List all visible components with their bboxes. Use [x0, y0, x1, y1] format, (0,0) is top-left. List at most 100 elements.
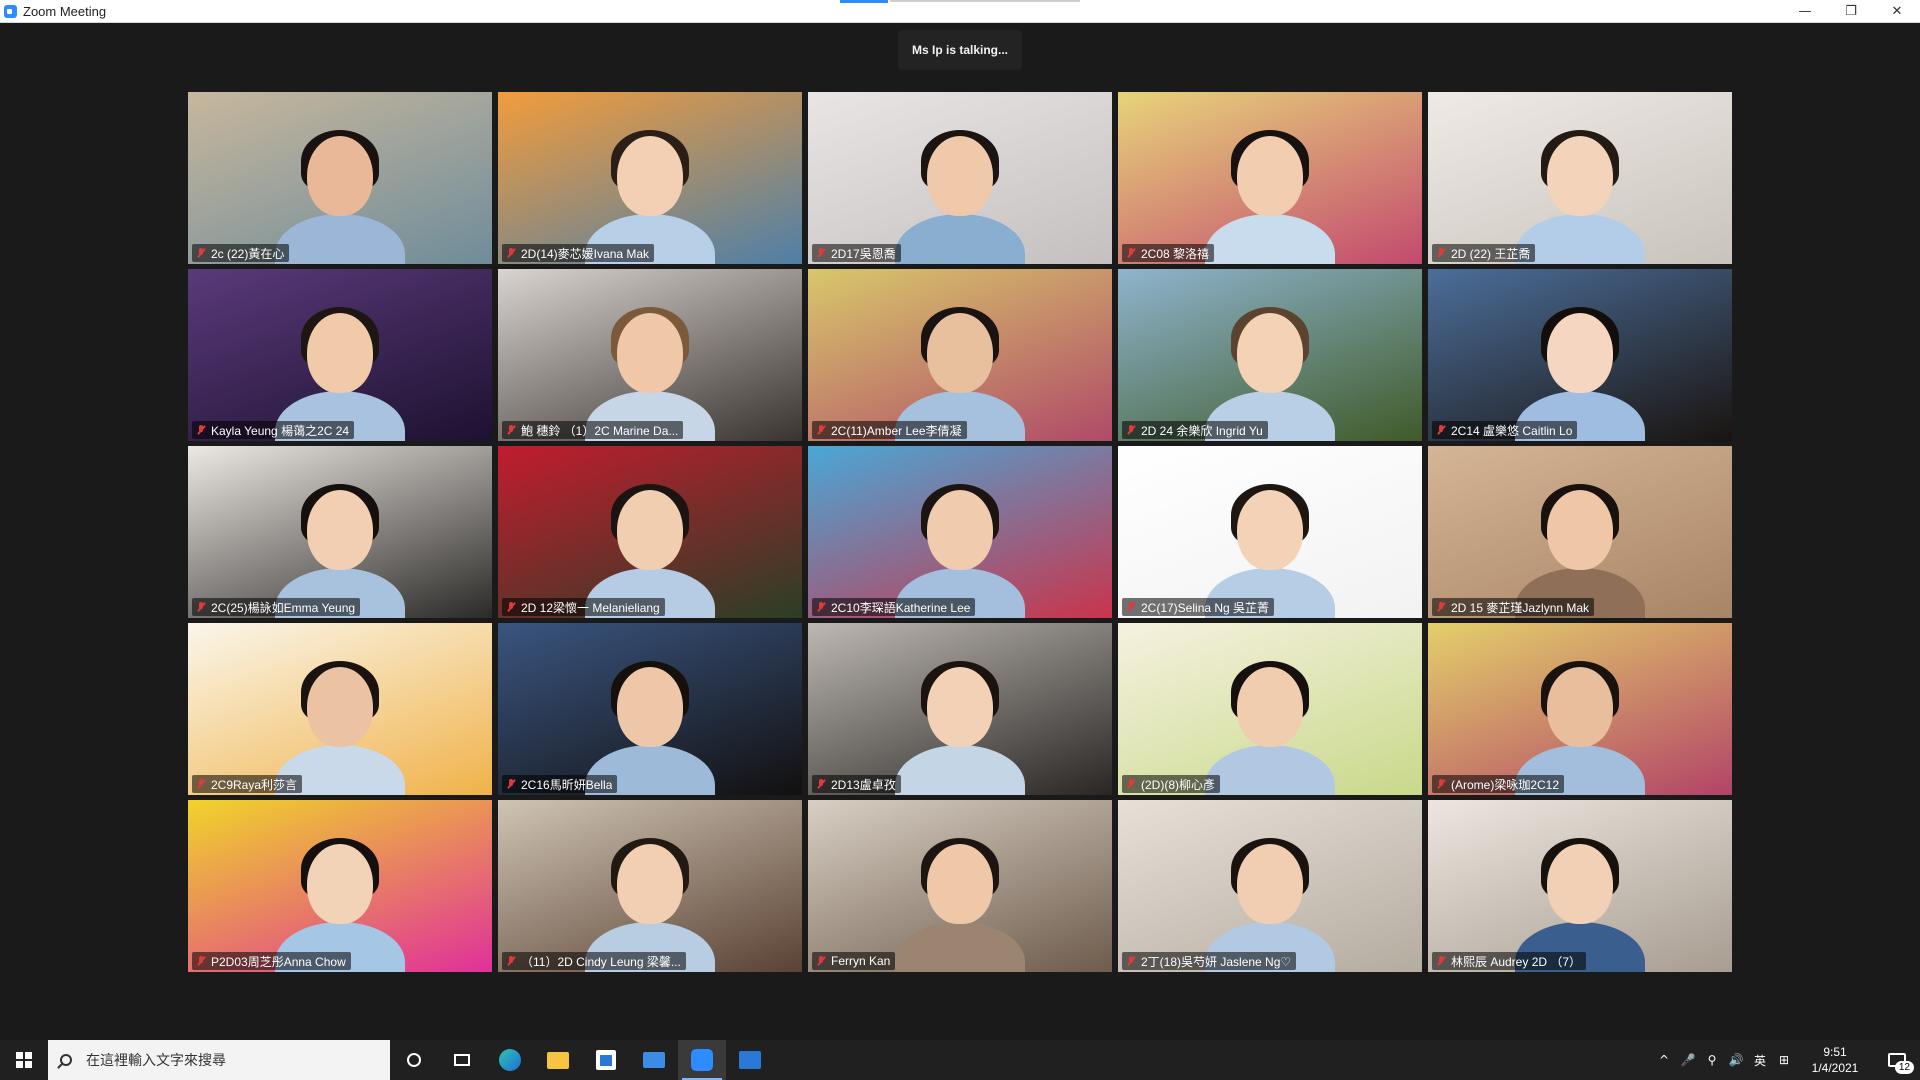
participant-name: 2D13盧卓孜: [831, 777, 896, 792]
participant-name: (Arome)梁咏珈2C12: [1451, 777, 1560, 792]
participant-tile[interactable]: 2D 24 余樂欣 Ingrid Yu: [1118, 269, 1422, 441]
participant-name: 鮑 穗鈴 （1）2C Marine Da...: [521, 423, 679, 438]
participant-name: 2C(17)Selina Ng 吳芷菁: [1141, 600, 1270, 615]
cortana-button[interactable]: [390, 1040, 438, 1080]
participant-name-bar: Ferryn Kan: [812, 952, 896, 970]
window-title: Zoom Meeting: [23, 3, 107, 19]
participant-tile[interactable]: P2D03周芝彤Anna Chow: [188, 800, 492, 972]
participant-name: 2C16馬昕妍Bella: [521, 777, 613, 792]
taskbar-clock[interactable]: 9:51 1/4/2021: [1796, 1044, 1874, 1076]
participant-tile[interactable]: 2D(14)麥芯媛Ivana Mak: [498, 92, 802, 264]
participant-tile[interactable]: 2c (22)黃在心: [188, 92, 492, 264]
participant-name-bar: 2D 24 余樂欣 Ingrid Yu: [1122, 421, 1268, 439]
close-button[interactable]: ✕: [1874, 0, 1920, 23]
muted-microphone-icon: [1125, 955, 1137, 967]
participant-tile[interactable]: Kayla Yeung 楊蔼之2C 24: [188, 269, 492, 441]
participant-tile[interactable]: 2C14 盧樂悠 Caitlin Lo: [1428, 269, 1732, 441]
participant-tile[interactable]: Ferryn Kan: [808, 800, 1112, 972]
muted-microphone-icon: [505, 601, 517, 613]
minimize-button[interactable]: —: [1782, 0, 1828, 23]
title-tab-indicator: [840, 0, 888, 3]
participant-tile[interactable]: 2D13盧卓孜: [808, 623, 1112, 795]
active-speaker-indicator: Ms Ip is talking...: [898, 30, 1022, 70]
participant-name-bar: 2C16馬昕妍Bella: [502, 775, 618, 793]
participant-name: 2C(25)楊詠如Emma Yeung: [211, 600, 356, 615]
store-button[interactable]: [582, 1040, 630, 1080]
muted-microphone-icon: [1125, 778, 1137, 790]
participant-tile[interactable]: (Arome)梁咏珈2C12: [1428, 623, 1732, 795]
participant-tile[interactable]: （11）2D Cindy Leung 梁馨...: [498, 800, 802, 972]
participant-tile[interactable]: 2C(11)Amber Lee李倩凝: [808, 269, 1112, 441]
muted-microphone-icon: [1435, 247, 1447, 259]
muted-microphone-icon: [505, 424, 517, 436]
clock-date: 1/4/2021: [1811, 1061, 1859, 1075]
edge-button[interactable]: [486, 1040, 534, 1080]
window-title-bar: Zoom Meeting — ❐ ✕: [0, 0, 1920, 23]
photos-button[interactable]: [726, 1040, 774, 1080]
participant-name: Ferryn Kan: [831, 954, 891, 968]
muted-microphone-icon: [1435, 955, 1447, 967]
muted-microphone-icon: [1125, 247, 1137, 259]
zoom-app-icon: [4, 4, 17, 18]
muted-microphone-icon: [1125, 601, 1137, 613]
zoom-taskbar-button[interactable]: [678, 1040, 726, 1080]
participant-name: 2C08 黎洛禧: [1141, 246, 1210, 261]
participant-tile[interactable]: 鮑 穗鈴 （1）2C Marine Da...: [498, 269, 802, 441]
participant-name: 2D(14)麥芯媛Ivana Mak: [521, 246, 650, 261]
cortana-icon: [407, 1053, 421, 1067]
tray-chevron-icon[interactable]: ^: [1652, 1053, 1676, 1067]
participant-name: 2C9Raya利莎言: [211, 777, 298, 792]
volume-icon[interactable]: 🔊: [1724, 1053, 1748, 1067]
participant-name-bar: P2D03周芝彤Anna Chow: [192, 952, 351, 970]
action-center-button[interactable]: 12: [1874, 1040, 1920, 1080]
muted-microphone-icon: [815, 424, 827, 436]
participant-tile[interactable]: (2D)(8)柳心彥: [1118, 623, 1422, 795]
participant-name: 2c (22)黃在心: [211, 246, 285, 261]
participant-tile[interactable]: 2C(25)楊詠如Emma Yeung: [188, 446, 492, 618]
muted-microphone-icon: [505, 247, 517, 259]
participant-tile[interactable]: 2D 12梁懷一 Melanieliang: [498, 446, 802, 618]
participant-tile[interactable]: 2C10李琛語Katherine Lee: [808, 446, 1112, 618]
participant-name: (2D)(8)柳心彥: [1141, 777, 1215, 792]
participant-name-bar: 2D (22) 王芷喬: [1432, 244, 1536, 262]
muted-microphone-icon: [195, 247, 207, 259]
folder-icon: [547, 1051, 569, 1069]
windows-logo-icon: [16, 1052, 32, 1068]
participant-tile[interactable]: 2D17吳恩喬: [808, 92, 1112, 264]
file-explorer-button[interactable]: [534, 1040, 582, 1080]
participant-tile[interactable]: 2C16馬昕妍Bella: [498, 623, 802, 795]
participant-name: 林熙辰 Audrey 2D （7）: [1451, 954, 1582, 969]
input-language[interactable]: 英: [1748, 1052, 1772, 1069]
participant-name-bar: 2D13盧卓孜: [812, 775, 901, 793]
task-view-button[interactable]: [438, 1040, 486, 1080]
participant-video: [895, 130, 1025, 264]
muted-microphone-icon: [1435, 424, 1447, 436]
network-icon[interactable]: ⚲: [1700, 1053, 1724, 1067]
microphone-icon[interactable]: 🎤: [1676, 1053, 1700, 1067]
participant-tile[interactable]: 2丁(18)吳芍妍 Jaslene Ng♡: [1118, 800, 1422, 972]
muted-microphone-icon: [1435, 601, 1447, 613]
participant-video: [275, 130, 405, 264]
participant-name-bar: 林熙辰 Audrey 2D （7）: [1432, 952, 1587, 970]
muted-microphone-icon: [1125, 424, 1137, 436]
participant-tile[interactable]: 2C08 黎洛禧: [1118, 92, 1422, 264]
participant-tile[interactable]: 2C(17)Selina Ng 吳芷菁: [1118, 446, 1422, 618]
title-tab-track: [890, 0, 1080, 2]
taskbar-search-box[interactable]: 在這裡輸入文字來搜尋: [48, 1040, 390, 1080]
muted-microphone-icon: [815, 778, 827, 790]
muted-microphone-icon: [505, 955, 517, 967]
restore-button[interactable]: ❐: [1828, 0, 1874, 23]
participant-name-bar: 2C(11)Amber Lee李倩凝: [812, 421, 967, 439]
participant-video: [1205, 661, 1335, 795]
participant-tile[interactable]: 2C9Raya利莎言: [188, 623, 492, 795]
mail-button[interactable]: [630, 1040, 678, 1080]
participant-name-bar: 2C(25)楊詠如Emma Yeung: [192, 598, 361, 616]
start-button[interactable]: [0, 1040, 48, 1080]
participant-tile[interactable]: 2D 15 麥芷瑾Jazlynn Mak: [1428, 446, 1732, 618]
participant-name-bar: Kayla Yeung 楊蔼之2C 24: [192, 421, 355, 439]
muted-microphone-icon: [815, 955, 827, 967]
participant-tile[interactable]: 林熙辰 Audrey 2D （7）: [1428, 800, 1732, 972]
search-placeholder: 在這裡輸入文字來搜尋: [86, 1052, 226, 1068]
participant-tile[interactable]: 2D (22) 王芷喬: [1428, 92, 1732, 264]
ime-icon[interactable]: ⊞: [1772, 1053, 1796, 1067]
